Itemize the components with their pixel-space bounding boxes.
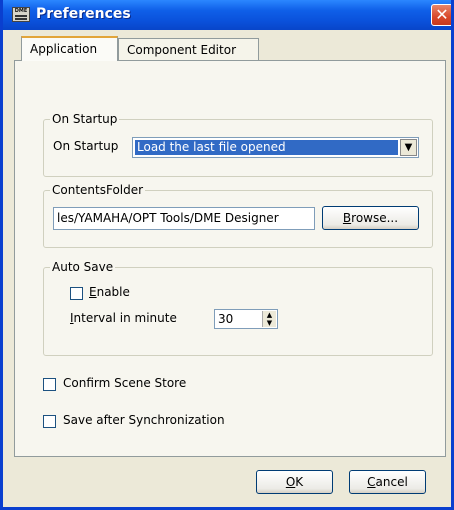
auto-save-group: Auto Save Enable Interval in minute 30 ▲… — [43, 260, 433, 356]
ok-button[interactable]: OK — [256, 470, 333, 494]
interval-value: 30 — [218, 312, 234, 326]
tab-application[interactable]: Application — [21, 36, 118, 61]
interval-stepper[interactable]: 30 ▲ ▼ — [214, 309, 278, 329]
auto-save-group-label: Auto Save — [50, 260, 116, 274]
save-after-sync-label: Save after Synchronization — [63, 413, 225, 427]
spin-arrows-icon[interactable]: ▲ ▼ — [262, 311, 276, 327]
enable-label: Enable — [89, 285, 130, 299]
confirm-scene-store-label: Confirm Scene Store — [63, 376, 187, 390]
tab-component-editor[interactable]: Component Editor — [118, 38, 259, 61]
contents-folder-path-input[interactable]: les/YAMAHA/OPT Tools/DME Designer — [53, 207, 315, 230]
on-startup-select[interactable]: Load the last file opened ▼ — [132, 137, 419, 158]
on-startup-field-label: On Startup — [53, 139, 119, 153]
close-button[interactable]: ✕ — [431, 4, 451, 26]
confirm-scene-store-checkbox[interactable] — [43, 378, 56, 391]
save-after-sync-checkbox[interactable] — [43, 415, 56, 428]
on-startup-group-label: On Startup — [50, 112, 120, 126]
browse-button[interactable]: Browse... — [322, 206, 419, 230]
tab-application-label: Application — [30, 42, 98, 56]
enable-checkbox[interactable] — [70, 287, 83, 300]
contents-folder-group: ContentsFolder les/YAMAHA/OPT Tools/DME … — [43, 183, 433, 248]
application-panel: On Startup On Startup Load the last file… — [14, 60, 446, 457]
window-title: Preferences — [36, 6, 131, 22]
on-startup-selected: Load the last file opened — [135, 140, 398, 155]
tab-component-editor-label: Component Editor — [127, 43, 236, 57]
dme-app-icon: DME — [12, 7, 30, 22]
chevron-down-icon[interactable]: ▼ — [400, 139, 417, 156]
contents-folder-group-label: ContentsFolder — [50, 183, 146, 197]
on-startup-group: On Startup On Startup Load the last file… — [43, 112, 433, 177]
interval-label: Interval in minute — [70, 311, 177, 325]
cancel-button[interactable]: Cancel — [349, 470, 426, 494]
preferences-window: DME Preferences ✕ Application Component … — [0, 0, 454, 510]
close-icon: ✕ — [435, 5, 449, 24]
title-bar[interactable]: DME Preferences ✕ — [3, 0, 451, 30]
